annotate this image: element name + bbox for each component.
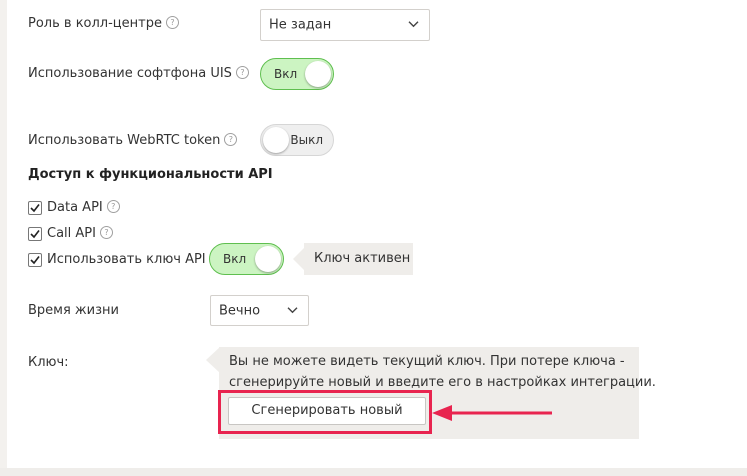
toggle-knob [305, 61, 331, 87]
check-icon [30, 256, 40, 265]
key-hint-line1: Вы не можете видеть текущий ключ. При по… [229, 354, 625, 369]
red-arrow-icon [432, 405, 552, 421]
softphone-label: Использование софтфона UIS? [28, 66, 249, 81]
webrtc-toggle[interactable]: Выкл [260, 124, 334, 156]
role-label: Роль в колл-центре? [28, 16, 179, 31]
toggle-knob [263, 127, 289, 153]
webrtc-toggle-label: Выкл [290, 133, 323, 147]
help-icon[interactable]: ? [99, 226, 113, 239]
call-api-label-text: Call API [47, 226, 96, 241]
help-icon[interactable]: ? [224, 133, 238, 146]
data-api-label: Data API? [47, 200, 120, 215]
webrtc-label: Использовать WebRTC token? [28, 133, 238, 148]
key-hint-line2: сгенерируйте новый и введите его в настр… [229, 375, 656, 390]
use-key-toggle-label: Вкл [223, 252, 247, 266]
call-api-label: Call API? [47, 226, 113, 241]
api-section-heading: Доступ к функциональности API [28, 167, 273, 182]
key-status-badge: Ключ активен [304, 243, 413, 275]
hint-pointer [206, 347, 220, 373]
call-api-checkbox[interactable] [28, 227, 42, 241]
lifetime-select-value: Вечно [219, 303, 261, 318]
data-api-label-text: Data API [47, 200, 103, 215]
footer-strip [0, 468, 747, 476]
help-icon[interactable]: ? [106, 200, 120, 213]
left-edge-panel [0, 0, 7, 468]
toggle-knob [255, 246, 281, 272]
softphone-toggle-label: Вкл [274, 67, 298, 81]
check-icon [30, 204, 40, 213]
use-key-toggle[interactable]: Вкл [209, 243, 284, 275]
webrtc-label-text: Использовать WebRTC token [28, 133, 221, 148]
softphone-toggle[interactable]: Вкл [260, 58, 334, 90]
use-key-label: Использовать ключ API [47, 252, 206, 267]
use-key-checkbox[interactable] [28, 253, 42, 267]
chevron-down-icon [408, 17, 419, 32]
role-select[interactable]: Не задан [260, 9, 430, 41]
key-label: Ключ: [28, 355, 69, 370]
lifetime-label: Время жизни [28, 303, 119, 318]
check-icon [30, 230, 40, 239]
lifetime-select[interactable]: Вечно [210, 295, 309, 326]
role-select-value: Не задан [269, 17, 332, 33]
softphone-label-text: Использование софтфона UIS [28, 66, 232, 81]
data-api-checkbox[interactable] [28, 201, 42, 215]
help-icon[interactable]: ? [235, 66, 249, 79]
highlight-box [218, 390, 432, 434]
help-icon[interactable]: ? [165, 16, 179, 29]
role-label-text: Роль в колл-центре [28, 16, 162, 31]
chevron-down-icon [287, 302, 298, 317]
key-status-text: Ключ активен [314, 251, 411, 266]
